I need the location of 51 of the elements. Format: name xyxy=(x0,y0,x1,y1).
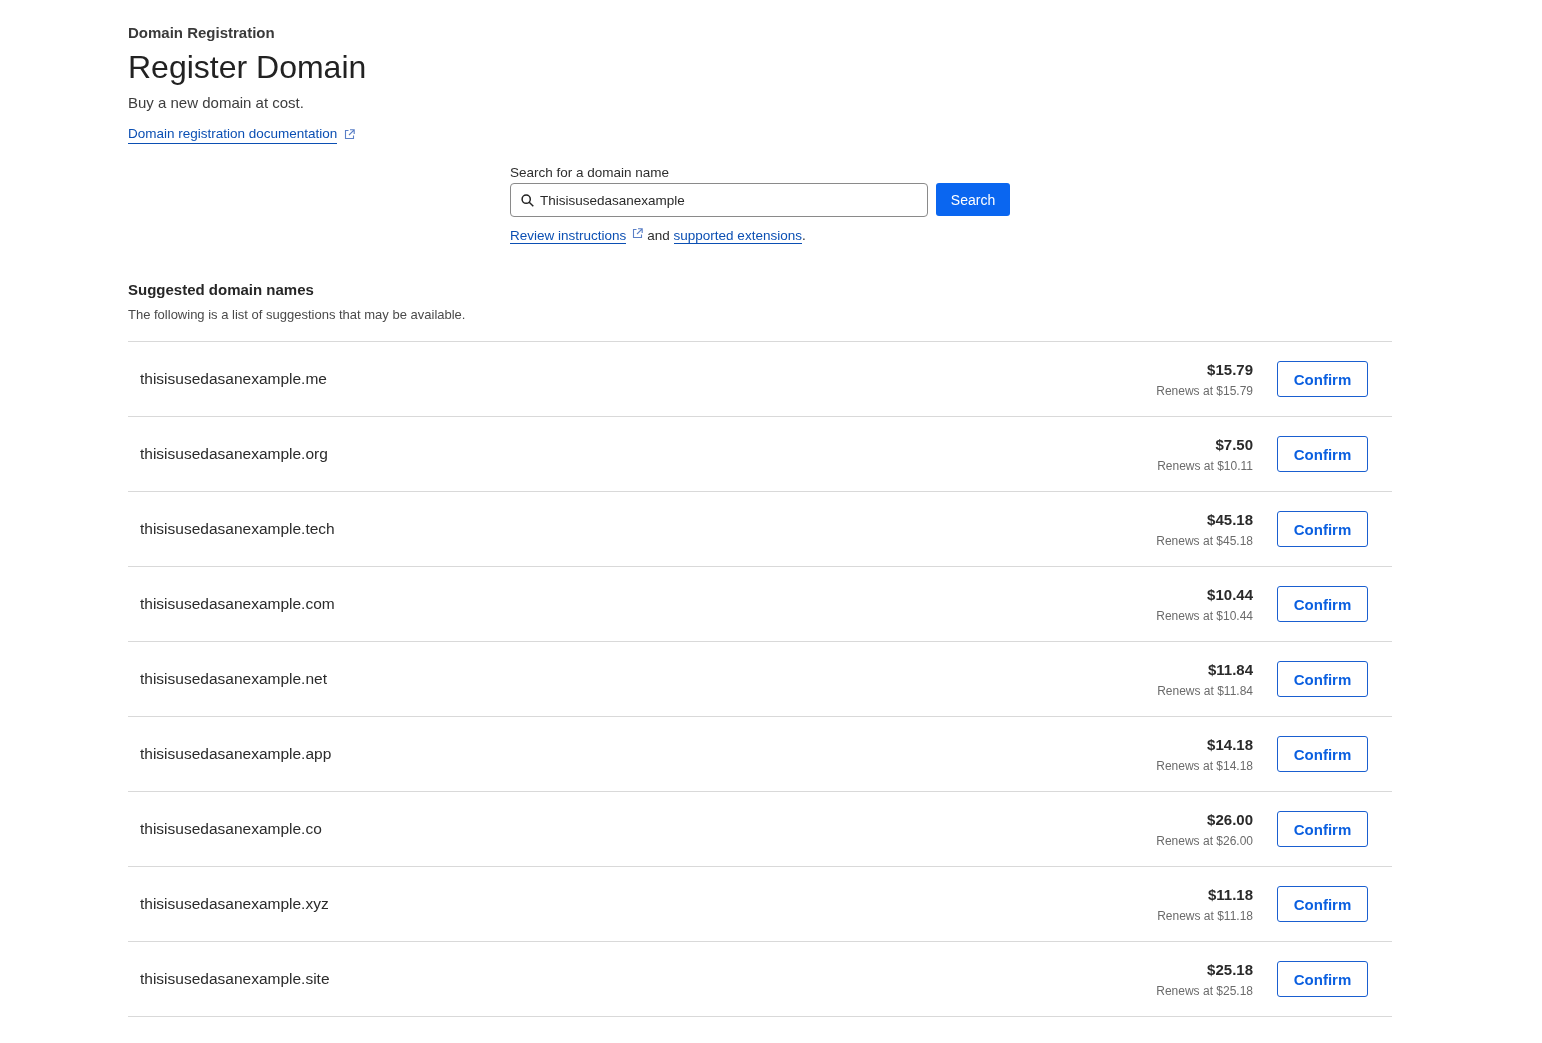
domain-price: $11.84 xyxy=(1207,659,1253,680)
page-eyebrow: Domain Registration xyxy=(128,23,275,43)
domain-name: thisisusedasanexample.app xyxy=(140,744,332,764)
confirm-button[interactable]: Confirm xyxy=(1277,511,1368,547)
confirm-button[interactable]: Confirm xyxy=(1277,961,1368,997)
renewal-price: Renews at $14.18 xyxy=(1156,757,1253,774)
confirm-button[interactable]: Confirm xyxy=(1277,886,1368,922)
domain-price: $10.44 xyxy=(1207,584,1253,605)
review-instructions-link[interactable]: Review instructions xyxy=(510,228,627,244)
domain-name: thisisusedasanexample.com xyxy=(140,594,335,614)
confirm-button[interactable]: Confirm xyxy=(1277,361,1368,397)
domain-name: thisisusedasanexample.me xyxy=(140,369,327,389)
renewal-price: Renews at $25.18 xyxy=(1156,982,1253,999)
domain-name: thisisusedasanexample.co xyxy=(140,819,322,839)
search-icon xyxy=(521,194,534,207)
section-description: The following is a list of suggestions that may be available. xyxy=(128,306,466,324)
page-subtitle: Buy a new domain at cost. xyxy=(128,93,304,113)
confirm-button[interactable]: Confirm xyxy=(1277,736,1368,772)
domain-price: $45.18 xyxy=(1207,509,1253,530)
page-title: Register Domain xyxy=(128,48,367,87)
search-field[interactable]: Thisisusedasanexample xyxy=(510,183,928,217)
section-title: Suggested domain names xyxy=(128,281,314,299)
domain-price: $14.18 xyxy=(1207,734,1253,755)
domain-price: $25.18 xyxy=(1207,959,1253,980)
domain-price: $26.00 xyxy=(1207,809,1253,830)
help-text: Review instructions and supported extensions. xyxy=(510,227,806,245)
domain-name: thisisusedasanexample.org xyxy=(140,444,328,464)
confirm-button[interactable]: Confirm xyxy=(1277,661,1368,697)
search-button[interactable]: Search xyxy=(936,183,1010,216)
domain-price: $7.50 xyxy=(1215,434,1253,455)
domain-name: thisisusedasanexample.xyz xyxy=(140,894,329,914)
renewal-price: Renews at $26.00 xyxy=(1156,832,1253,849)
search-label: Search for a domain name xyxy=(510,164,670,182)
documentation-link[interactable]: Domain registration documentation xyxy=(128,124,338,144)
confirm-button[interactable]: Confirm xyxy=(1277,811,1368,847)
renewal-price: Renews at $11.84 xyxy=(1157,682,1253,699)
domain-name: thisisusedasanexample.site xyxy=(140,969,330,989)
external-link-icon xyxy=(632,228,644,239)
external-link-icon xyxy=(344,128,356,140)
renewal-price: Renews at $10.11 xyxy=(1157,457,1253,474)
renewal-price: Renews at $45.18 xyxy=(1156,532,1253,549)
domain-price: $11.18 xyxy=(1207,884,1253,905)
domain-name: thisisusedasanexample.net xyxy=(140,669,327,689)
renewal-price: Renews at $15.79 xyxy=(1156,382,1253,399)
renewal-price: Renews at $10.44 xyxy=(1156,607,1253,624)
confirm-button[interactable]: Confirm xyxy=(1277,436,1368,472)
confirm-button[interactable]: Confirm xyxy=(1277,586,1368,622)
supported-extensions-link[interactable]: supported extensions xyxy=(673,228,802,244)
renewal-price: Renews at $11.18 xyxy=(1157,907,1253,924)
domain-name: thisisusedasanexample.tech xyxy=(140,519,335,539)
domain-price: $15.79 xyxy=(1207,359,1253,380)
